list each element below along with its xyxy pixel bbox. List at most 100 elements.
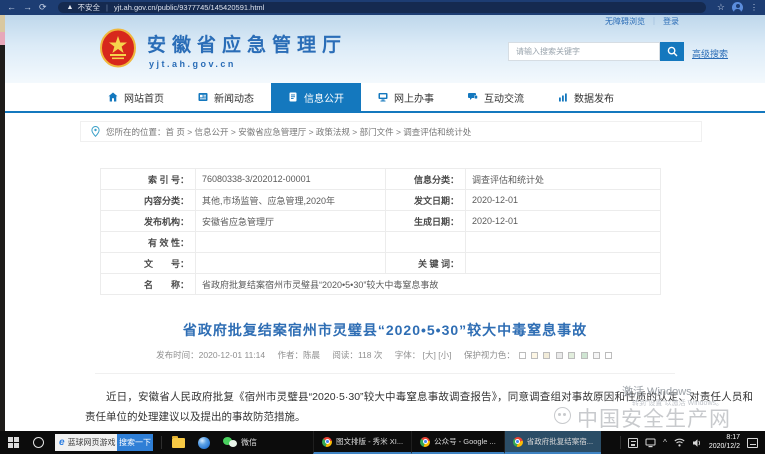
chart-icon [558, 92, 568, 102]
nav-item-home[interactable]: 网站首页 [91, 83, 181, 111]
activate-windows-watermark: 激活 Windows [622, 383, 692, 399]
eye-color-swatch[interactable] [593, 352, 600, 359]
breadcrumb[interactable]: 您所在的位置：首 页 > 信息公开 > 安徽省应急管理厅 > 政策法规 > 部门… [80, 121, 702, 142]
accessibility-link[interactable]: 无障碍浏览 [605, 16, 645, 27]
table-row: 有 效 性： [101, 232, 661, 253]
site-domain: yjt.ah.gov.cn [149, 59, 236, 69]
nav-item-online-services[interactable]: 网上办事 [361, 83, 451, 111]
meta-label: 名 称： [101, 274, 196, 295]
google-earth-icon[interactable] [198, 437, 210, 449]
nav-item-interaction[interactable]: 互动交流 [451, 83, 541, 111]
article-title: 省政府批复结案宿州市灵璧县“2020•5•30”较大中毒窒息事故 [75, 320, 695, 340]
start-button-icon[interactable] [8, 437, 19, 448]
monitor-icon [378, 92, 388, 102]
views-value: 118 次 [358, 350, 382, 360]
desktop-tray-icon[interactable] [645, 438, 656, 448]
meta-value: 调查评估和统计处 [466, 169, 661, 190]
clock-time: 8:17 [709, 434, 740, 443]
nav-item-data-release[interactable]: 数据发布 [541, 83, 631, 111]
chrome-task-xiumi[interactable]: 图文排版 - 秀米 XI... [313, 431, 411, 454]
meta-label: 发布机构： [101, 211, 196, 232]
chrome-icon [420, 437, 430, 447]
address-bar[interactable]: ▲ 不安全 | yjt.ah.gov.cn/public/9377745/145… [58, 2, 706, 13]
forward-icon[interactable]: → [23, 3, 32, 12]
running-tasks: 图文排版 - 秀米 XI... 公众号 - Google ... 省政府批复结案… [313, 431, 601, 454]
volume-icon[interactable] [692, 438, 702, 448]
meta-value: 安徽省应急管理厅 [196, 211, 386, 232]
edge-strip-tan-segment [0, 15, 5, 32]
eye-color-swatch[interactable] [519, 352, 526, 359]
bookmark-star-icon[interactable]: ☆ [717, 2, 725, 13]
advanced-search-link[interactable]: 高级搜索 [692, 47, 728, 60]
eye-color-swatch[interactable] [543, 352, 550, 359]
font-size-label: 字体： [395, 350, 421, 360]
wechat-label: 微信 [241, 437, 257, 448]
meta-label [386, 232, 466, 253]
eye-color-swatch[interactable] [605, 352, 612, 359]
nav-label: 信息公开 [304, 90, 344, 105]
tray-expand-chevron-icon[interactable]: ^ [663, 439, 667, 447]
location-pin-icon [91, 126, 100, 137]
meta-value [466, 253, 661, 274]
news-icon [198, 92, 208, 102]
login-link[interactable]: 登录 [663, 16, 679, 27]
meta-label: 发文日期： [386, 190, 466, 211]
taskbar-clock[interactable]: 8:17 2020/12/2 [709, 434, 740, 452]
eye-color-swatch[interactable] [568, 352, 575, 359]
webpage: 无障碍浏览 ｜ 登录 安徽省应急管理厅 yjt.ah.gov.cn 高级搜索 网… [5, 15, 765, 431]
search-button[interactable] [660, 42, 684, 61]
back-icon[interactable]: ← [7, 3, 16, 12]
ie-icon: e [59, 437, 65, 448]
meta-label: 生成日期： [386, 211, 466, 232]
search-input[interactable] [508, 42, 660, 61]
meta-value: 其他,市场监管、应急管理,2020年 [196, 190, 386, 211]
site-title: 安徽省应急管理厅 [147, 30, 347, 57]
top-links-separator: ｜ [650, 16, 658, 27]
home-icon [108, 92, 118, 102]
eye-color-swatch[interactable] [531, 352, 538, 359]
meta-label: 索 引 号： [101, 169, 196, 190]
wechat-taskbar-item[interactable]: 微信 [223, 437, 257, 448]
edge-strip-pink-segment [0, 32, 5, 45]
nav-label: 互动交流 [484, 90, 524, 105]
reload-icon[interactable]: ⟳ [39, 3, 47, 12]
meta-label: 关 键 词： [386, 253, 466, 274]
article-meta-line: 发布时间：2020-12-01 11:14 作者：陈晨 阅读：118 次 字体：… [65, 349, 705, 361]
main-navigation: 网站首页 新闻动态 信息公开 网上办事 互动交流 数据发布 [5, 83, 765, 113]
tray-separator [620, 436, 621, 449]
not-secure-warning-icon: ▲ [67, 4, 74, 11]
author-value: 陈晨 [303, 350, 320, 360]
taskbar-search-box[interactable]: e 蓝球网页游戏 搜索一下 [55, 434, 153, 451]
ime-tray-icon[interactable] [628, 438, 638, 448]
eye-color-swatch[interactable] [581, 352, 588, 359]
font-large-button[interactable]: [大] [423, 350, 436, 360]
file-explorer-icon[interactable] [172, 438, 185, 448]
meta-label: 文 号： [101, 253, 196, 274]
meta-label: 内容分类： [101, 190, 196, 211]
meta-value: 2020-12-01 [466, 190, 661, 211]
nav-item-info-disclosure[interactable]: 信息公开 [271, 83, 361, 111]
taskbar-search-button[interactable]: 搜索一下 [117, 434, 153, 451]
chrome-task-google[interactable]: 公众号 - Google ... [411, 431, 504, 454]
browser-menu-icon[interactable]: ⋮ [750, 3, 758, 12]
eye-color-swatch[interactable] [556, 352, 563, 359]
clock-date: 2020/12/2 [709, 443, 740, 452]
cortana-icon[interactable] [33, 437, 44, 448]
wifi-icon[interactable] [674, 438, 685, 447]
meta-label: 信息分类： [386, 169, 466, 190]
nav-item-news[interactable]: 新闻动态 [181, 83, 271, 111]
breadcrumb-text: 您所在的位置：首 页 > 信息公开 > 安徽省应急管理厅 > 政策法规 > 部门… [106, 126, 471, 138]
national-emblem-logo [99, 28, 137, 68]
chat-icon [468, 92, 478, 102]
table-row: 发布机构： 安徽省应急管理厅 生成日期： 2020-12-01 [101, 211, 661, 232]
action-center-icon[interactable] [747, 438, 758, 448]
chrome-icon [513, 437, 523, 447]
meta-value: 76080338-3/202012-00001 [196, 169, 386, 190]
nav-label: 新闻动态 [214, 90, 254, 105]
windows-taskbar: e 蓝球网页游戏 搜索一下 微信 图文排版 - 秀米 XI... 公众号 - G… [0, 431, 765, 454]
search-icon [667, 46, 678, 57]
chrome-task-active-article[interactable]: 省政府批复结案宿... [504, 431, 601, 454]
font-small-button[interactable]: [小] [438, 350, 451, 360]
table-row: 内容分类： 其他,市场监管、应急管理,2020年 发文日期： 2020-12-0… [101, 190, 661, 211]
browser-profile-avatar[interactable] [732, 2, 743, 13]
